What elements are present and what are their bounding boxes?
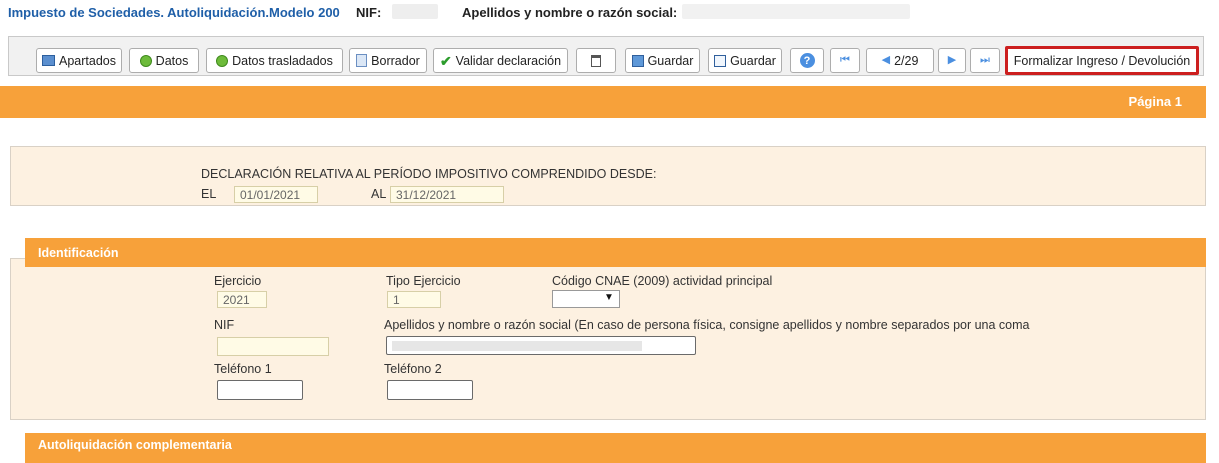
last-page-button[interactable]: ⏭	[970, 48, 1000, 73]
save-export-icon	[714, 54, 727, 67]
telefono1-field[interactable]	[217, 380, 303, 400]
guardar-label: Guardar	[647, 53, 694, 68]
guardar-export-button[interactable]: Guardar	[708, 48, 782, 73]
cnae-label: Código CNAE (2009) actividad principal	[552, 274, 773, 288]
datos-label: Datos	[155, 53, 189, 68]
prev-page-icon[interactable]: ◀	[882, 55, 890, 66]
period-end-field[interactable]: 31/12/2021	[390, 186, 504, 203]
next-page-button[interactable]: ▶	[938, 48, 966, 73]
tipo-ejercicio-field[interactable]: 1	[387, 291, 441, 308]
save-icon	[631, 54, 644, 67]
borrador-label: Borrador	[371, 53, 420, 68]
page-header-bar: Página 1	[0, 86, 1206, 118]
apartados-button[interactable]: Apartados	[36, 48, 122, 73]
page-number-label: Página 1	[1128, 94, 1182, 109]
telefono2-label: Teléfono 2	[384, 362, 442, 376]
last-page-icon: ⏭	[980, 54, 990, 66]
period-al-label: AL	[371, 187, 387, 201]
period-el-label: EL	[201, 187, 217, 201]
telefono1-label: Teléfono 1	[214, 362, 272, 376]
telefono2-field[interactable]	[387, 380, 473, 400]
formalizar-label: Formalizar Ingreso / Devolución	[1013, 53, 1191, 68]
header-nif-value	[392, 4, 438, 19]
identificacion-header-bar	[25, 238, 1206, 267]
razon-social-value	[392, 341, 642, 351]
ejercicio-field[interactable]: 2021	[217, 291, 267, 308]
period-heading: DECLARACIÓN RELATIVA AL PERÍODO IMPOSITI…	[201, 167, 657, 181]
datos-trasladados-button[interactable]: Datos trasladados	[206, 48, 343, 73]
borrador-icon	[356, 54, 368, 67]
validar-declaracion-button[interactable]: ✔ Validar declaración	[433, 48, 568, 73]
tipo-ejercicio-label: Tipo Ejercicio	[386, 274, 461, 288]
delete-button[interactable]	[576, 48, 616, 73]
trash-icon	[591, 54, 601, 67]
help-icon: ?	[799, 53, 815, 68]
period-start-field[interactable]: 01/01/2021	[234, 186, 318, 203]
datos-trasladados-icon	[216, 54, 229, 67]
complementaria-title: Autoliquidación complementaria	[38, 438, 232, 452]
ejercicio-label: Ejercicio	[214, 274, 262, 288]
dropdown-arrow-icon[interactable]: ▼	[604, 292, 614, 303]
header-name-value	[682, 4, 910, 19]
header-nif-label: NIF:	[356, 5, 382, 20]
apartados-icon	[42, 55, 55, 66]
check-icon: ✔	[439, 52, 452, 69]
next-page-icon: ▶	[947, 54, 957, 66]
guardar-export-label: Guardar	[730, 53, 776, 68]
help-button[interactable]: ?	[790, 48, 824, 73]
datos-icon	[139, 54, 152, 67]
datos-button[interactable]: Datos	[129, 48, 199, 73]
page-indicator: 2/29	[894, 53, 919, 68]
nif-label: NIF	[214, 318, 235, 332]
nif-field[interactable]	[217, 337, 329, 356]
datos-trasladados-label: Datos trasladados	[232, 53, 333, 68]
form-title: Impuesto de Sociedades. Autoliquidación.…	[8, 5, 340, 20]
razon-social-field[interactable]	[386, 336, 696, 355]
header-name-label: Apellidos y nombre o razón social:	[462, 5, 678, 20]
validar-label: Validar declaración	[455, 53, 562, 68]
razon-social-label: Apellidos y nombre o razón social (En ca…	[384, 318, 1030, 332]
page-navigator[interactable]: ◀ 2/29	[866, 48, 934, 73]
borrador-button[interactable]: Borrador	[349, 48, 427, 73]
first-page-icon: ⏮	[840, 54, 850, 66]
apartados-label: Apartados	[59, 53, 116, 68]
guardar-button[interactable]: Guardar	[625, 48, 700, 73]
first-page-button[interactable]: ⏮	[830, 48, 860, 73]
identificacion-title: Identificación	[38, 246, 119, 260]
formalizar-ingreso-button[interactable]: Formalizar Ingreso / Devolución	[1005, 46, 1199, 75]
